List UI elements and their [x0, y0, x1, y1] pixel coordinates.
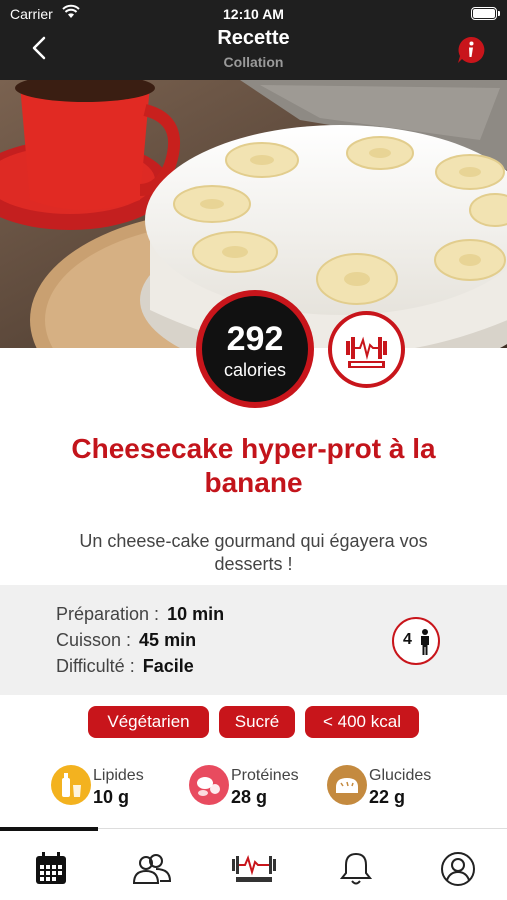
- macro-lipides-label: Lipides: [93, 767, 144, 784]
- page-title: Recette: [217, 27, 290, 49]
- difficulte-row: Difficulté : Facile: [56, 656, 194, 677]
- status-time: 12:10 AM: [223, 6, 284, 22]
- macro-lipides-value: 10 g: [93, 787, 130, 807]
- profile-icon[interactable]: [438, 851, 478, 887]
- preparation-row: Préparation : 10 min: [56, 604, 224, 625]
- bread-icon: [327, 765, 367, 805]
- recipe-title: Cheesecake hyper-prot à la banane: [71, 433, 436, 498]
- battery-icon: [471, 7, 500, 20]
- macro-proteines-label: Protéines: [231, 767, 299, 784]
- tab-bar: [0, 827, 507, 900]
- macro-glucides-label: Glucides: [369, 767, 432, 784]
- tag-low-calorie[interactable]: < 400 kcal: [305, 706, 419, 738]
- tab-scroll-indicator: [0, 827, 98, 831]
- calories-unit: calories: [223, 360, 287, 380]
- calories-badge: 292 calories: [196, 290, 314, 408]
- bell-icon[interactable]: [336, 851, 376, 887]
- preparation-value: 10 min: [167, 604, 225, 624]
- leadfit-logo: [328, 311, 405, 388]
- cuisson-label: Cuisson :: [56, 630, 132, 650]
- status-bar: Carrier 12:10 AM: [0, 0, 507, 28]
- community-icon[interactable]: [132, 851, 172, 887]
- oil-icon: [51, 765, 91, 805]
- macro-proteines-value: 28 g: [231, 787, 268, 807]
- person-icon: [421, 629, 429, 655]
- info-icon[interactable]: [456, 35, 486, 65]
- servings-count: 4: [403, 631, 412, 648]
- servings-badge: 4: [392, 617, 440, 665]
- difficulte-label: Difficulté :: [56, 656, 135, 676]
- recipe-description: Un cheese-cake gourmand qui égayera vos …: [79, 531, 428, 574]
- tag-vegetarien[interactable]: Végétarien: [88, 706, 209, 738]
- leadfit-home-logo[interactable]: [228, 851, 280, 887]
- preparation-label: Préparation :: [56, 604, 160, 624]
- calendar-icon[interactable]: [31, 851, 71, 887]
- page-subtitle: Collation: [223, 54, 284, 70]
- difficulte-value: Facile: [142, 656, 194, 676]
- tag-sucre[interactable]: Sucré: [219, 706, 295, 738]
- meat-icon: [189, 765, 229, 805]
- cuisson-row: Cuisson : 45 min: [56, 630, 196, 651]
- cuisson-value: 45 min: [139, 630, 197, 650]
- macro-glucides-value: 22 g: [369, 787, 406, 807]
- app-header: Carrier 12:10 AM Recette Collation: [0, 0, 507, 80]
- calories-value: 292: [226, 320, 284, 358]
